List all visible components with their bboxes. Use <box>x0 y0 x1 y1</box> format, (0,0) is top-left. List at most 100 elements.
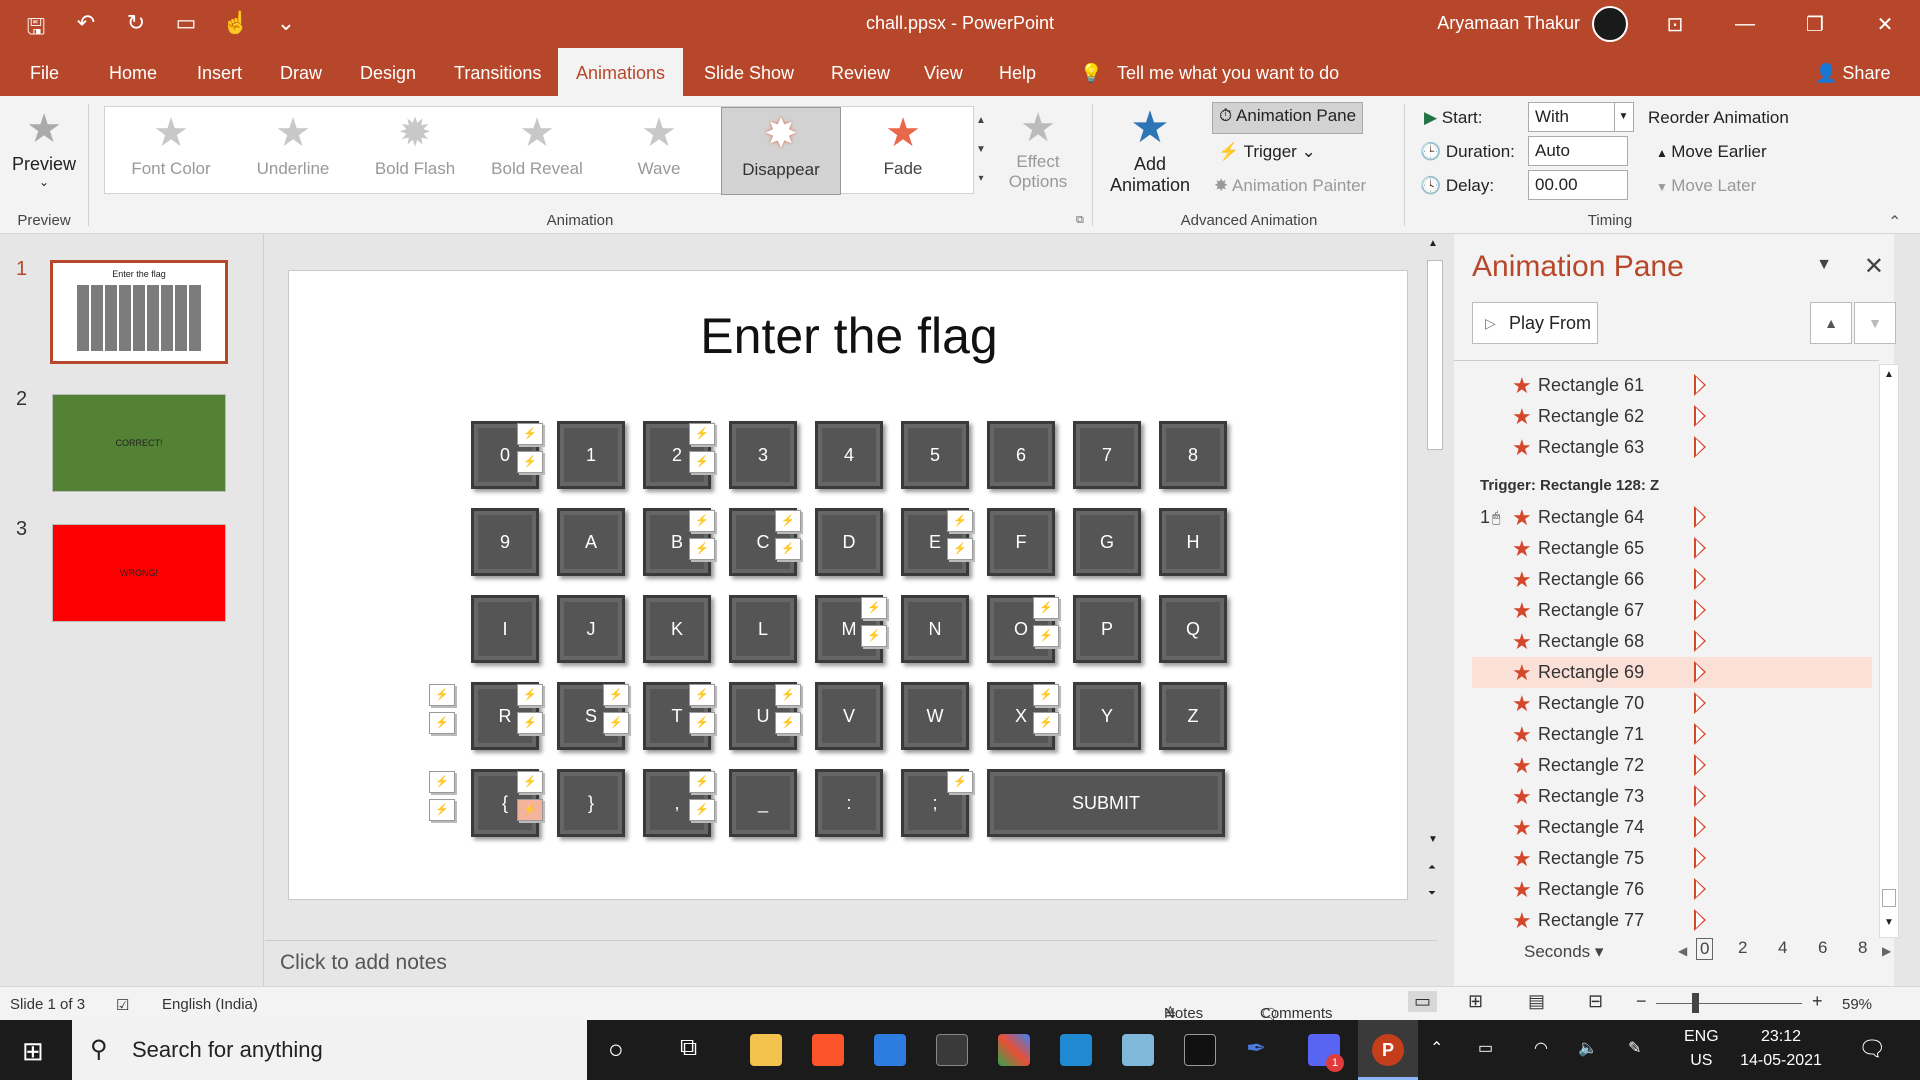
language-indicator[interactable]: English (India) <box>162 996 258 1013</box>
animation-trigger-tag[interactable]: ⚡ <box>947 510 973 532</box>
key-button[interactable]: P <box>1073 595 1141 663</box>
animation-pane-button[interactable]: ⏱ Animation Pane <box>1212 102 1364 134</box>
effect-options-button[interactable]: ★ Effect Options <box>1000 104 1076 192</box>
duration-field[interactable]: Auto <box>1528 136 1628 166</box>
key-button[interactable]: 7 <box>1073 421 1141 489</box>
avatar[interactable] <box>1592 6 1628 42</box>
timeline-left-icon[interactable]: ◀ <box>1678 944 1687 958</box>
minimize-icon[interactable]: — <box>1710 0 1780 48</box>
mail-icon[interactable] <box>874 1034 906 1066</box>
collapse-ribbon-icon[interactable]: ⌃ <box>1888 212 1901 232</box>
animation-trigger-tag[interactable]: ⚡ <box>1033 684 1059 706</box>
key-button[interactable]: Q <box>1159 595 1227 663</box>
animation-trigger-tag[interactable]: ⚡ <box>429 799 455 821</box>
powerpoint-taskbar-button[interactable]: P <box>1358 1020 1418 1080</box>
key-button[interactable]: K <box>643 595 711 663</box>
key-button[interactable]: 6 <box>987 421 1055 489</box>
key-button[interactable]: 4 <box>815 421 883 489</box>
vscode-icon[interactable] <box>1060 1034 1092 1066</box>
volume-icon[interactable]: 🔈 <box>1578 1038 1598 1058</box>
key-button[interactable]: V <box>815 682 883 750</box>
user-name[interactable]: Aryamaan Thakur <box>1437 13 1580 34</box>
scroll-up-icon[interactable]: ▲ <box>1428 238 1438 249</box>
task-view-icon[interactable]: ⧉ <box>680 1034 697 1062</box>
animation-list-item[interactable]: ★ Rectangle 73 <box>1472 781 1872 812</box>
tab-view[interactable]: View <box>924 48 963 96</box>
key-button[interactable]: H <box>1159 508 1227 576</box>
move-down-button[interactable]: ▼ <box>1854 302 1896 344</box>
slide-title[interactable]: Enter the flag <box>289 307 1409 365</box>
gallery-wave[interactable]: ★ Wave <box>599 107 719 195</box>
key-button[interactable]: 9 <box>471 508 539 576</box>
slideshow-icon[interactable]: ⊟ <box>1588 991 1603 1012</box>
animation-trigger-tag[interactable]: ⚡ <box>429 712 455 734</box>
slide-canvas[interactable]: Enter the flag 0 ⚡ ⚡ 1 2 ⚡ ⚡ 3 4 5 6 7 8 9 A B ⚡ ⚡ C ⚡ ⚡ D E ⚡ ⚡… <box>288 270 1408 900</box>
zoom-slider-thumb[interactable] <box>1692 993 1699 1013</box>
animation-list-item[interactable]: ★ Rectangle 65 <box>1472 533 1872 564</box>
animation-trigger-tag[interactable]: ⚡ <box>517 423 543 445</box>
animation-trigger-tag[interactable]: ⚡ <box>517 799 543 821</box>
tab-draw[interactable]: Draw <box>280 48 322 96</box>
tab-insert[interactable]: Insert <box>197 48 242 96</box>
tab-transitions[interactable]: Transitions <box>454 48 541 96</box>
preview-button[interactable]: ★ Preview ⌄ <box>10 104 78 189</box>
key-button[interactable]: Z <box>1159 682 1227 750</box>
animation-trigger-tag[interactable]: ⚡ <box>947 538 973 560</box>
animation-trigger-tag[interactable]: ⚡ <box>775 538 801 560</box>
animation-trigger-tag[interactable]: ⚡ <box>861 597 887 619</box>
animation-trigger-tag[interactable]: ⚡ <box>689 510 715 532</box>
reading-view-icon[interactable]: ▤ <box>1528 991 1545 1012</box>
animation-pane-scrollbar[interactable]: ▲ ▼ <box>1879 364 1899 938</box>
notes-pane[interactable]: Click to add notes <box>265 940 1437 986</box>
gallery-scroll[interactable]: ▲ ▼ ▾ <box>972 106 990 194</box>
trigger-header[interactable]: Trigger: Rectangle 128: Z <box>1480 477 1659 494</box>
file-explorer-icon[interactable] <box>750 1034 782 1066</box>
share-button[interactable]: 👤 Share <box>1815 48 1890 96</box>
tab-animations[interactable]: Animations <box>558 48 684 96</box>
key-button[interactable]: L <box>729 595 797 663</box>
animation-trigger-tag[interactable]: ⚡ <box>429 771 455 793</box>
animation-trigger-tag[interactable]: ⚡ <box>689 538 715 560</box>
slide-thumbnail-2[interactable]: CORRECT! <box>52 394 226 492</box>
accessibility-icon[interactable]: ☑ <box>116 996 129 1014</box>
key-button[interactable]: Y <box>1073 682 1141 750</box>
pen-workspace-icon[interactable]: ✎ <box>1628 1038 1641 1058</box>
animation-trigger-tag[interactable]: ⚡ <box>429 684 455 706</box>
move-up-button[interactable]: ▲ <box>1810 302 1852 344</box>
animation-trigger-tag[interactable]: ⚡ <box>1033 712 1059 734</box>
previous-slide-icon[interactable]: ⏶ <box>1428 862 1436 873</box>
key-button[interactable]: G <box>1073 508 1141 576</box>
animation-trigger-tag[interactable]: ⚡ <box>861 625 887 647</box>
slide-thumbnail-1[interactable]: Enter the flag <box>50 260 228 364</box>
tab-file[interactable]: File <box>30 48 59 96</box>
animation-trigger-tag[interactable]: ⚡ <box>775 712 801 734</box>
windows-start-icon[interactable]: ⊞ <box>22 1036 44 1067</box>
animation-list-item[interactable]: ★ Rectangle 70 <box>1472 688 1872 719</box>
animation-list-item[interactable]: ★ Rectangle 68 <box>1472 626 1872 657</box>
animation-trigger-tag[interactable]: ⚡ <box>517 684 543 706</box>
key-button[interactable]: 1 <box>557 421 625 489</box>
input-language[interactable]: ENG US <box>1684 1028 1719 1070</box>
animation-list-item[interactable]: ★ Rectangle 76 <box>1472 874 1872 905</box>
key-button[interactable]: 8 <box>1159 421 1227 489</box>
animation-trigger-tag[interactable]: ⚡ <box>603 684 629 706</box>
gallery-bold-flash[interactable]: ✹ Bold Flash <box>355 107 475 195</box>
play-from-button[interactable]: ▷ Play From <box>1472 302 1598 344</box>
pane-options-icon[interactable]: ▼ <box>1816 256 1832 274</box>
move-later-button[interactable]: ▼ Move Later <box>1656 176 1756 196</box>
gallery-bold-reveal[interactable]: ★ Bold Reveal <box>477 107 597 195</box>
animation-trigger-tag[interactable]: ⚡ <box>689 423 715 445</box>
key-button[interactable]: _ <box>729 769 797 837</box>
scroll-thumb[interactable] <box>1882 889 1896 907</box>
add-animation-button[interactable]: ★ Add Animation <box>1104 102 1196 196</box>
key-button[interactable]: 5 <box>901 421 969 489</box>
key-button[interactable]: W <box>901 682 969 750</box>
tab-slide-show[interactable]: Slide Show <box>704 48 794 96</box>
animation-list-item[interactable]: ★ Rectangle 63 <box>1472 432 1872 463</box>
key-button[interactable]: } <box>557 769 625 837</box>
key-button[interactable]: D <box>815 508 883 576</box>
animation-list-item[interactable]: ★ Rectangle 61 <box>1472 370 1872 401</box>
animation-trigger-tag[interactable]: ⚡ <box>517 771 543 793</box>
cmd-icon[interactable] <box>1184 1034 1216 1066</box>
gallery-underline[interactable]: ★ Underline <box>233 107 353 195</box>
